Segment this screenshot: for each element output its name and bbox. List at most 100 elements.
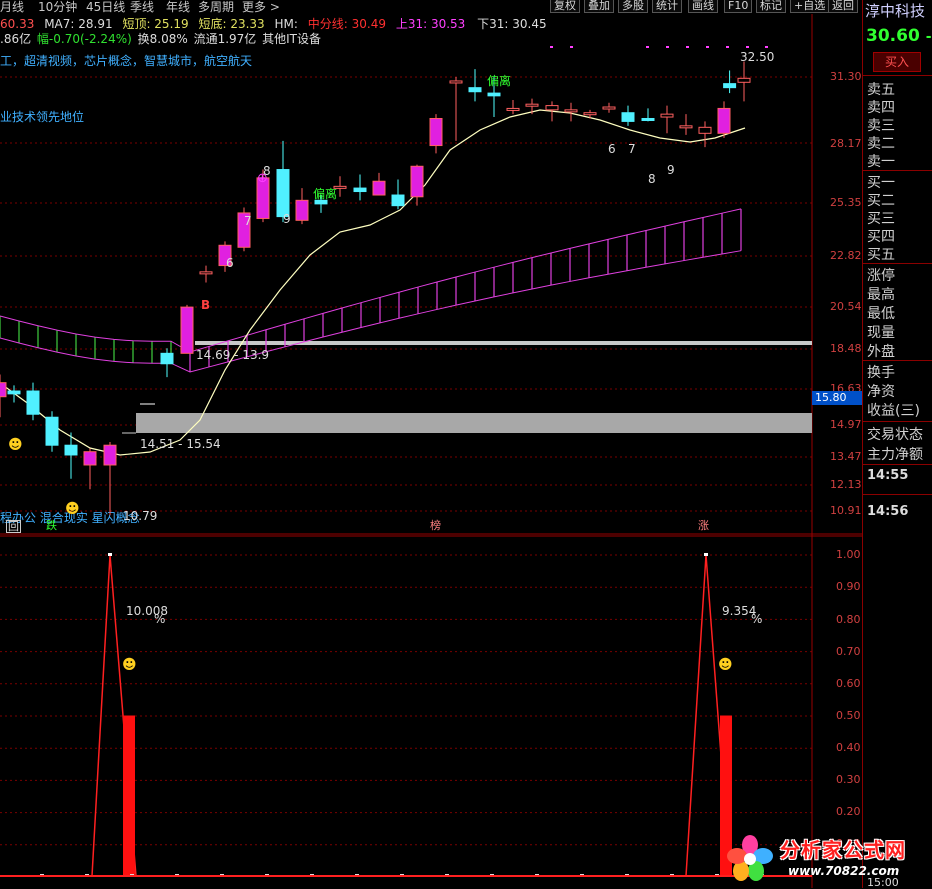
price-change: -0 — [925, 29, 932, 45]
ribbon-edge — [0, 208, 742, 353]
indicator-tick: 0.30 — [836, 773, 861, 786]
buy-signal-marker: B — [201, 298, 211, 312]
candle-body — [353, 187, 367, 193]
indicator-tick: 0.40 — [836, 741, 861, 754]
candle-body — [583, 112, 597, 116]
watermark-url: www.70822.com — [788, 864, 900, 878]
indicator-tick: 0.70 — [836, 645, 861, 658]
marker-die: 跌 — [46, 519, 57, 532]
kline-chart[interactable] — [0, 0, 862, 888]
bid-2: 买二 — [867, 193, 895, 209]
smiley-icon: ☻ — [8, 437, 23, 453]
candle-body — [64, 444, 78, 456]
deviation-label-1: 偏离 — [313, 187, 338, 201]
count-9-a: 9 — [283, 212, 291, 226]
candle — [410, 164, 424, 206]
low-price-label: 10.79 — [123, 509, 158, 523]
divider — [863, 421, 932, 422]
stock-price: 30.60 -0 — [866, 26, 932, 46]
watermark-text: 分析家公式网 — [780, 838, 906, 862]
candle-body — [429, 117, 443, 147]
top-marker — [726, 46, 729, 48]
count-6-b: 6 — [608, 142, 616, 156]
divider — [863, 170, 932, 171]
ma-line — [0, 109, 746, 456]
indicator-tick: 0.20 — [836, 805, 861, 818]
deviation-label-2: 偏离 — [487, 74, 512, 88]
pct-unit-2: % — [751, 612, 763, 626]
candle — [103, 442, 117, 516]
candle — [199, 265, 213, 283]
ask-3: 卖三 — [867, 118, 895, 134]
divider — [863, 263, 932, 264]
indicator-tick: 0.90 — [836, 580, 861, 593]
candle-body — [717, 107, 731, 134]
candle-body — [602, 106, 616, 110]
peak-price-label: 32.50 — [740, 50, 775, 64]
bid-4: 买四 — [867, 229, 895, 245]
candles — [0, 61, 751, 516]
candle-body — [295, 199, 309, 221]
stat-earnings: 收益(三) — [867, 403, 920, 419]
price-tick: 10.91 — [830, 504, 862, 517]
candle — [180, 304, 194, 354]
smiley-icon: ☻ — [65, 501, 80, 517]
candle-body — [564, 109, 578, 113]
stat-high: 最高 — [867, 287, 895, 303]
candle — [641, 108, 655, 122]
indicator-bar — [123, 715, 135, 876]
ma-ribbon — [0, 208, 742, 373]
candle — [717, 101, 731, 138]
candle — [679, 114, 693, 135]
candle-body — [276, 169, 290, 218]
price-tick: 31.30 — [830, 70, 862, 83]
divider — [863, 75, 932, 76]
ribbon-edge — [0, 250, 742, 373]
ask-2: 卖二 — [867, 136, 895, 152]
candle — [449, 77, 463, 141]
bid-3: 买三 — [867, 211, 895, 227]
stat-outer: 外盘 — [867, 344, 895, 360]
divider — [863, 464, 932, 465]
count-9-b: 9 — [667, 163, 675, 177]
price-value: 30.60 — [866, 26, 920, 46]
candle-body — [545, 105, 559, 111]
smiley-icon: ☻ — [718, 657, 733, 673]
indicator-tick: 1.00 — [836, 548, 861, 561]
candle-body — [410, 165, 424, 198]
candle-body — [26, 390, 40, 415]
buy-button[interactable]: 买入 — [873, 52, 921, 72]
candle-body — [0, 382, 7, 398]
candle-body — [391, 194, 405, 207]
indicator-peak-dot — [704, 553, 708, 556]
watermark: 分析家公式网 www.70822.com — [726, 830, 930, 886]
stat-trade-status: 交易状态 — [867, 427, 923, 443]
count-7-a: 7 — [244, 214, 252, 228]
candle — [723, 70, 737, 94]
candle-body — [103, 444, 117, 466]
top-marker — [666, 46, 669, 48]
candle — [26, 382, 40, 421]
candle-body — [506, 107, 520, 111]
candle — [506, 99, 520, 115]
indicator-pane — [0, 553, 812, 877]
stat-volume: 现量 — [867, 325, 895, 341]
candle — [525, 98, 539, 115]
bid-1: 买一 — [867, 175, 895, 191]
target-icon: ⊕ — [257, 171, 268, 186]
divider — [863, 360, 932, 361]
stat-net-assets: 净资 — [867, 384, 895, 400]
candle-body — [737, 77, 751, 83]
top-marker — [765, 46, 768, 48]
price-tick: 13.47 — [830, 450, 862, 463]
candle — [429, 114, 443, 154]
top-marker — [686, 46, 689, 48]
price-tick: 22.82 — [830, 249, 862, 262]
top-marker — [706, 46, 709, 48]
marker-hui: 回 — [6, 520, 21, 533]
candle-body — [660, 113, 674, 118]
top-marker — [646, 46, 649, 48]
price-tick: 28.17 — [830, 137, 862, 150]
indicator-tick: 0.60 — [836, 677, 861, 690]
top-marker — [746, 46, 749, 48]
